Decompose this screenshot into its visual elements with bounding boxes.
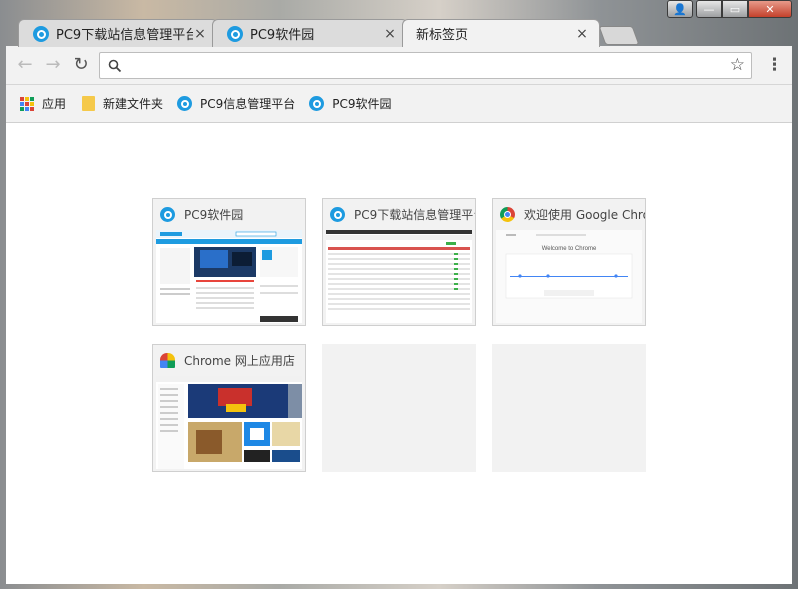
most-visited-tile-pc9-software[interactable]: PC9软件园 <box>152 198 306 326</box>
tile-title: PC9软件园 <box>184 207 244 222</box>
bookmarks-bar: 应用 新建文件夹 PC9信息管理平台 PC9软件园 <box>6 85 792 123</box>
back-button[interactable]: ← <box>16 56 34 74</box>
most-visited-tile-chrome-web-store[interactable]: Chrome 网上应用店 <box>152 344 306 472</box>
bookmark-apps[interactable]: 应用 <box>20 95 66 112</box>
apps-grid-icon <box>20 96 34 111</box>
tile-title: Chrome 网上应用店 <box>184 353 295 368</box>
bookmark-pc9-software[interactable]: PC9软件园 <box>309 95 392 112</box>
tile-thumbnail: Welcome to Chrome <box>496 230 642 323</box>
tab-pc9-admin[interactable]: PC9下载站信息管理平台 × <box>18 19 218 47</box>
most-visited-tile-pc9-admin[interactable]: PC9下载站信息管理平台 <box>322 198 476 326</box>
close-icon[interactable]: × <box>193 26 207 42</box>
new-tab-page: PC9软件园 PC9下载站信息管理平台 欢迎使用 Google Chr Welc… <box>6 123 792 584</box>
tab-title: PC9下载站信息管理平台 <box>56 28 193 43</box>
user-profile-button[interactable]: 👤 <box>667 0 693 18</box>
search-icon <box>108 59 122 73</box>
reload-button[interactable]: ↻ <box>72 56 90 74</box>
tab-pc9-software[interactable]: PC9软件园 × <box>212 19 408 47</box>
maximize-button[interactable]: ▭ <box>722 0 748 18</box>
close-window-button[interactable]: ✕ <box>748 0 792 18</box>
tile-thumbnail <box>156 230 302 323</box>
omnibox-input[interactable] <box>128 56 722 77</box>
tab-title: PC9软件园 <box>250 28 315 43</box>
chrome-web-store-icon <box>160 352 175 368</box>
bookmark-label: PC9信息管理平台 <box>200 97 296 111</box>
bookmark-star-icon[interactable]: ☆ <box>730 55 745 75</box>
tab-title: 新标签页 <box>416 28 469 43</box>
bookmark-label: PC9软件园 <box>332 97 392 111</box>
chrome-icon <box>500 206 515 222</box>
window-controls: 👤 — ▭ ✕ <box>667 0 792 20</box>
close-icon[interactable]: × <box>383 26 397 42</box>
new-tab-button[interactable] <box>598 26 640 45</box>
forward-button[interactable]: → <box>44 56 62 74</box>
pc9-favicon-icon <box>309 96 325 111</box>
most-visited-tile-empty <box>322 344 476 472</box>
tile-thumbnail <box>156 376 302 469</box>
chrome-menu-button[interactable]: ⋮ <box>766 55 783 75</box>
thumbnail-heading: Welcome to Chrome <box>541 246 597 252</box>
tile-title: PC9下载站信息管理平台 <box>354 207 475 222</box>
folder-icon <box>82 96 96 111</box>
omnibox[interactable]: ☆ <box>99 52 752 79</box>
tab-new-tab[interactable]: 新标签页 × <box>402 19 600 47</box>
toolbar: ← → ↻ ☆ ⋮ <box>6 46 792 85</box>
close-icon[interactable]: × <box>575 26 589 42</box>
bookmark-pc9-admin[interactable]: PC9信息管理平台 <box>177 95 295 112</box>
pc9-favicon-icon <box>177 96 193 111</box>
minimize-button[interactable]: — <box>696 0 722 18</box>
bookmark-label: 应用 <box>42 97 67 111</box>
most-visited-tile-empty <box>492 344 646 472</box>
most-visited-tile-welcome-chrome[interactable]: 欢迎使用 Google Chrome Welcome to Chrome <box>492 198 646 326</box>
tile-thumbnail <box>326 230 472 323</box>
tab-strip: PC9下载站信息管理平台 × PC9软件园 × 新标签页 × 👤 — ▭ ✕ <box>6 0 792 47</box>
pc9-favicon-icon <box>33 25 49 42</box>
pc9-favicon-icon <box>160 206 175 222</box>
bookmark-new-folder[interactable]: 新建文件夹 <box>82 95 163 112</box>
pc9-favicon-icon <box>330 206 345 222</box>
bookmark-label: 新建文件夹 <box>103 97 164 111</box>
tile-title: 欢迎使用 Google Chrome <box>524 207 645 222</box>
browser-window: PC9下载站信息管理平台 × PC9软件园 × 新标签页 × 👤 — ▭ ✕ ←… <box>6 0 792 584</box>
pc9-favicon-icon <box>227 25 243 42</box>
